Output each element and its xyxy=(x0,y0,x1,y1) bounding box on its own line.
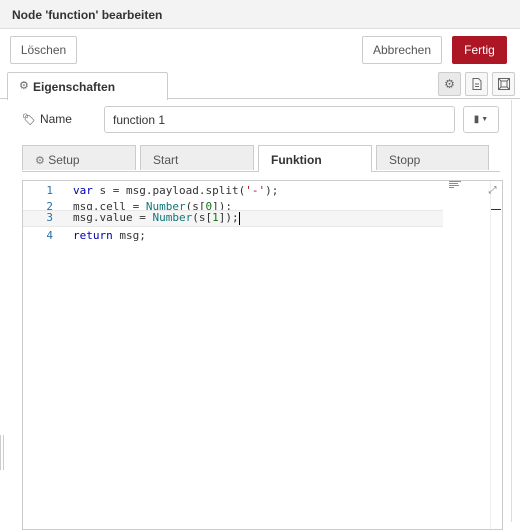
name-label: 🏷 Name xyxy=(22,112,72,126)
done-button[interactable]: Fertig xyxy=(452,36,507,64)
tab-settings-icon[interactable]: ⚙ xyxy=(438,72,461,96)
caret-down-icon: ▼ xyxy=(481,116,489,123)
subtab-stop[interactable]: Stopp xyxy=(376,145,489,170)
subtab-start[interactable]: Start xyxy=(140,145,254,170)
code-editor[interactable]: 1 var s = msg.payload.split('-'); 2 msg.… xyxy=(22,180,503,530)
code-line: 1 var s = msg.payload.split('-'); xyxy=(23,183,443,199)
subtab-function[interactable]: Funktion xyxy=(258,145,372,172)
subtab-setup-label: Setup xyxy=(48,153,80,167)
tab-appearance-icon[interactable] xyxy=(492,72,515,96)
cancel-button[interactable]: Abbrechen xyxy=(362,36,442,64)
editor-scrollbar[interactable] xyxy=(490,181,502,529)
name-label-text: Name xyxy=(39,112,72,126)
tag-icon: 🏷 xyxy=(22,114,36,126)
gear-icon: ⚙ xyxy=(444,77,455,91)
scroll-marker xyxy=(491,209,501,210)
name-input[interactable] xyxy=(104,106,455,133)
tab-description-icon[interactable] xyxy=(465,72,488,96)
tab-properties-label: Eigenschaften xyxy=(33,80,116,94)
subtab-setup[interactable]: ⚙ Setup xyxy=(22,145,136,170)
delete-button[interactable]: Löschen xyxy=(10,36,77,64)
gear-icon: ⚙ xyxy=(19,80,29,92)
subtab-stop-label: Stopp xyxy=(389,153,421,167)
code-text: return msg; xyxy=(73,229,146,242)
expand-icon[interactable]: ⤢ xyxy=(486,184,499,197)
line-number: 4 xyxy=(46,229,53,242)
code-text: msg.value = Number(s[1]); xyxy=(73,211,240,225)
dialog-titlebar: Node 'function' bearbeiten xyxy=(0,0,520,29)
tab-properties[interactable]: ⚙ Eigenschaften xyxy=(7,72,168,100)
text-cursor xyxy=(238,211,240,225)
file-icon xyxy=(472,78,481,90)
resize-handle[interactable] xyxy=(0,435,4,470)
code-line-active: 3 msg.value = Number(s[1]); xyxy=(23,210,443,227)
line-number: 3 xyxy=(46,211,53,224)
editor-minimap[interactable] xyxy=(449,181,463,189)
appearance-icon xyxy=(497,78,510,90)
dialog-title: Node 'function' bearbeiten xyxy=(12,8,163,22)
code-text: var s = msg.payload.split('-'); xyxy=(73,184,279,197)
code-line: 4 return msg; xyxy=(23,228,443,244)
panel-edge xyxy=(511,100,512,522)
line-number: 1 xyxy=(46,184,53,197)
book-icon: ▮ xyxy=(473,114,480,125)
library-button[interactable]: ▮ ▼ xyxy=(463,106,499,133)
subtab-start-label: Start xyxy=(153,153,179,167)
gear-icon: ⚙ xyxy=(35,155,45,167)
subtab-function-label: Funktion xyxy=(271,153,322,167)
